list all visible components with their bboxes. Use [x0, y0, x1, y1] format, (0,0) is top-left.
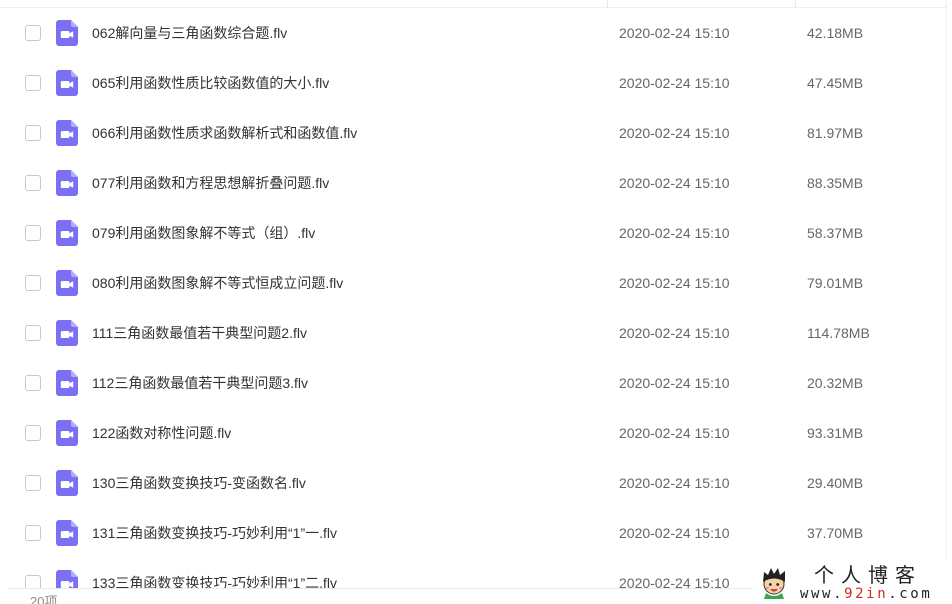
row-checkbox[interactable] [25, 275, 41, 291]
video-file-icon [56, 170, 78, 196]
cartoon-face-logo-icon [758, 565, 790, 599]
row-checkbox[interactable] [25, 175, 41, 191]
video-file-icon [56, 370, 78, 396]
file-row[interactable]: 066利用函数性质求函数解析式和函数值.flv 2020-02-24 15:10… [0, 108, 946, 158]
watermark-url-suffix: .com [888, 586, 933, 602]
file-size: 47.45MB [807, 75, 864, 91]
file-name[interactable]: 079利用函数图象解不等式（组）.flv [92, 224, 315, 242]
file-size: 42.18MB [807, 25, 864, 41]
file-row[interactable]: 111三角函数最值若干典型问题2.flv 2020-02-24 15:10 11… [0, 308, 946, 358]
file-size: 29.40MB [807, 475, 864, 491]
file-size: 79.01MB [807, 275, 864, 291]
file-modified-date: 2020-02-24 15:10 [619, 375, 730, 391]
item-count: 20项 [30, 594, 58, 604]
file-size: 58.37MB [807, 225, 864, 241]
row-checkbox[interactable] [25, 125, 41, 141]
row-checkbox[interactable] [25, 525, 41, 541]
file-size: 20.32MB [807, 375, 864, 391]
file-name[interactable]: 077利用函数和方程思想解折叠问题.flv [92, 174, 329, 192]
file-name[interactable]: 080利用函数图象解不等式恒成立问题.flv [92, 274, 343, 292]
column-header-bottom-border [0, 0, 946, 8]
watermark-title: 个人博客 [814, 563, 922, 587]
row-checkbox[interactable] [25, 475, 41, 491]
file-row[interactable]: 130三角函数变换技巧-变函数名.flv 2020-02-24 15:10 29… [0, 458, 946, 508]
file-modified-date: 2020-02-24 15:10 [619, 475, 730, 491]
file-modified-date: 2020-02-24 15:10 [619, 575, 730, 588]
file-size: 81.97MB [807, 125, 864, 141]
file-list[interactable]: 062解向量与三角函数综合题.flv 2020-02-24 15:10 42.1… [0, 8, 946, 588]
file-row[interactable]: 131三角函数变换技巧-巧妙利用“1”一.flv 2020-02-24 15:1… [0, 508, 946, 558]
file-modified-date: 2020-02-24 15:10 [619, 525, 730, 541]
file-modified-date: 2020-02-24 15:10 [619, 425, 730, 441]
file-row[interactable]: 065利用函数性质比较函数值的大小.flv 2020-02-24 15:10 4… [0, 58, 946, 108]
row-checkbox[interactable] [25, 225, 41, 241]
video-file-icon [56, 570, 78, 588]
row-checkbox[interactable] [25, 25, 41, 41]
video-file-icon [56, 520, 78, 546]
site-watermark: 个人博客 www.92in.com [752, 561, 952, 604]
file-name[interactable]: 065利用函数性质比较函数值的大小.flv [92, 74, 329, 92]
file-row[interactable]: 122函数对称性问题.flv 2020-02-24 15:10 93.31MB [0, 408, 946, 458]
video-file-icon [56, 320, 78, 346]
column-header-divider-size[interactable] [795, 0, 796, 7]
file-modified-date: 2020-02-24 15:10 [619, 275, 730, 291]
column-header-divider-date[interactable] [607, 0, 608, 7]
file-size: 37.70MB [807, 525, 864, 541]
watermark-url-highlight: 92in [844, 586, 889, 602]
video-file-icon [56, 70, 78, 96]
file-name[interactable]: 122函数对称性问题.flv [92, 424, 231, 442]
file-modified-date: 2020-02-24 15:10 [619, 125, 730, 141]
video-file-icon [56, 270, 78, 296]
file-modified-date: 2020-02-24 15:10 [619, 75, 730, 91]
row-checkbox[interactable] [25, 575, 41, 588]
watermark-url-prefix: www. [800, 586, 845, 602]
video-file-icon [56, 20, 78, 46]
file-name[interactable]: 133三角函数变换技巧-巧妙利用“1”二.flv [92, 574, 337, 588]
file-modified-date: 2020-02-24 15:10 [619, 225, 730, 241]
file-row[interactable]: 062解向量与三角函数综合题.flv 2020-02-24 15:10 42.1… [0, 8, 946, 58]
video-file-icon [56, 220, 78, 246]
row-checkbox[interactable] [25, 325, 41, 341]
file-modified-date: 2020-02-24 15:10 [619, 25, 730, 41]
watermark-url: www.92in.com [800, 586, 932, 603]
file-row[interactable]: 080利用函数图象解不等式恒成立问题.flv 2020-02-24 15:10 … [0, 258, 946, 308]
video-file-icon [56, 120, 78, 146]
list-right-border [946, 0, 947, 588]
file-name[interactable]: 130三角函数变换技巧-变函数名.flv [92, 474, 306, 492]
file-size: 88.35MB [807, 175, 864, 191]
file-modified-date: 2020-02-24 15:10 [619, 325, 730, 341]
row-checkbox[interactable] [25, 75, 41, 91]
file-name[interactable]: 062解向量与三角函数综合题.flv [92, 24, 287, 42]
file-row[interactable]: 112三角函数最值若干典型问题3.flv 2020-02-24 15:10 20… [0, 358, 946, 408]
file-name[interactable]: 131三角函数变换技巧-巧妙利用“1”一.flv [92, 524, 337, 542]
file-name[interactable]: 112三角函数最值若干典型问题3.flv [92, 374, 308, 392]
file-name[interactable]: 111三角函数最值若干典型问题2.flv [92, 324, 307, 342]
row-checkbox[interactable] [25, 425, 41, 441]
video-file-icon [56, 470, 78, 496]
file-row[interactable]: 077利用函数和方程思想解折叠问题.flv 2020-02-24 15:10 8… [0, 158, 946, 208]
file-modified-date: 2020-02-24 15:10 [619, 175, 730, 191]
row-checkbox[interactable] [25, 375, 41, 391]
file-row[interactable]: 079利用函数图象解不等式（组）.flv 2020-02-24 15:10 58… [0, 208, 946, 258]
file-size: 93.31MB [807, 425, 864, 441]
file-size: 114.78MB [807, 325, 870, 341]
video-file-icon [56, 420, 78, 446]
file-name[interactable]: 066利用函数性质求函数解析式和函数值.flv [92, 124, 357, 142]
